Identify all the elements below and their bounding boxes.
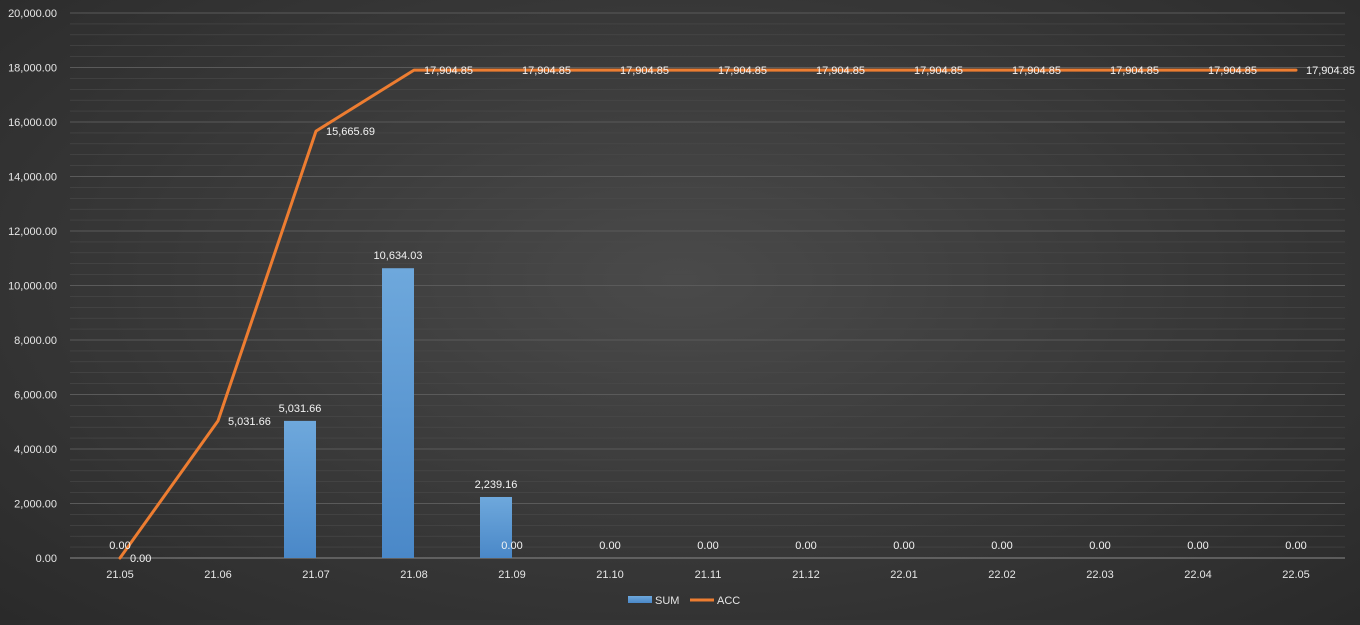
data-label-acc: 17,904.85 xyxy=(914,65,963,77)
data-label-sum: 0.00 xyxy=(1285,540,1306,552)
y-tick-label: 14,000.00 xyxy=(8,172,57,184)
data-label-acc: 17,904.85 xyxy=(424,65,473,77)
y-tick-label: 6,000.00 xyxy=(14,390,57,402)
data-label-acc: 5,031.66 xyxy=(228,416,271,428)
data-label-sum: 0.00 xyxy=(599,540,620,552)
bar-sum xyxy=(284,420,316,558)
data-label-acc: 17,904.85 xyxy=(522,65,571,77)
legend-swatch-sum xyxy=(628,596,652,603)
legend: SUM ACC xyxy=(628,595,740,607)
y-tick-label: 8,000.00 xyxy=(14,335,57,347)
y-tick-label: 2,000.00 xyxy=(14,499,57,511)
x-tick-label: 22.01 xyxy=(890,569,918,581)
y-tick-label: 0.00 xyxy=(36,553,57,565)
data-label-acc: 17,904.85 xyxy=(620,65,669,77)
x-tick-label: 21.11 xyxy=(695,569,722,581)
combo-chart: 0.00 2,000.00 4,000.00 6,000.00 8,000.00 10,0… xyxy=(0,0,1360,620)
y-tick-label: 16,000.00 xyxy=(8,117,57,129)
data-label-sum: 5,031.66 xyxy=(279,403,322,415)
x-tick-label: 22.05 xyxy=(1282,569,1310,581)
data-label-sum: 2,239.16 xyxy=(475,479,518,491)
x-tick-label: 21.08 xyxy=(400,569,428,581)
data-label-acc: 17,904.85 xyxy=(1208,65,1257,77)
y-tick-label: 12,000.00 xyxy=(8,226,57,238)
x-tick-label: 22.04 xyxy=(1184,569,1212,581)
x-tick-label: 21.05 xyxy=(106,569,134,581)
bar-sum xyxy=(382,268,414,558)
x-tick-label: 21.10 xyxy=(596,569,624,581)
y-tick-label: 10,000.00 xyxy=(8,281,57,293)
data-label-sum: 10,634.03 xyxy=(374,250,423,262)
data-label-acc: 17,904.85 xyxy=(1306,65,1355,77)
data-label-acc: 17,904.85 xyxy=(1012,65,1061,77)
data-label-acc: 15,665.69 xyxy=(326,126,375,138)
y-axis-tick-labels: 0.00 2,000.00 4,000.00 6,000.00 8,000.00 10,0… xyxy=(8,8,57,565)
data-label-acc: 17,904.85 xyxy=(1110,65,1159,77)
y-tick-label: 4,000.00 xyxy=(14,444,57,456)
data-label-sum: 0.00 xyxy=(1187,540,1208,552)
data-label-sum: 0.00 xyxy=(795,540,816,552)
y-tick-label: 20,000.00 xyxy=(8,8,57,20)
legend-label-sum: SUM xyxy=(655,595,679,607)
data-label-sum: 0.00 xyxy=(991,540,1012,552)
x-tick-label: 22.02 xyxy=(988,569,1016,581)
data-label-acc: 17,904.85 xyxy=(718,65,767,77)
data-label-sum: 0.00 xyxy=(109,540,130,552)
data-label-acc: 17,904.85 xyxy=(816,65,865,77)
x-tick-label: 21.06 xyxy=(204,569,232,581)
x-tick-label: 21.07 xyxy=(302,569,330,581)
data-label-sum: 0.00 xyxy=(501,540,522,552)
chart-svg: 0.00 2,000.00 4,000.00 6,000.00 8,000.00 10,0… xyxy=(8,8,1355,607)
x-tick-label: 22.03 xyxy=(1086,569,1114,581)
data-label-sum: 0.00 xyxy=(893,540,914,552)
gridlines xyxy=(70,12,1345,559)
data-label-sum: 0.00 xyxy=(1089,540,1110,552)
y-tick-label: 18,000.00 xyxy=(8,63,57,75)
legend-label-acc: ACC xyxy=(717,595,740,607)
data-label-sum: 0.00 xyxy=(697,540,718,552)
data-label-acc: 0.00 xyxy=(130,553,151,565)
x-tick-label: 21.12 xyxy=(792,569,820,581)
x-tick-label: 21.09 xyxy=(498,569,526,581)
x-axis-tick-labels: 21.05 21.06 21.07 21.08 21.09 21.10 21.11 21.12… xyxy=(106,569,1310,581)
